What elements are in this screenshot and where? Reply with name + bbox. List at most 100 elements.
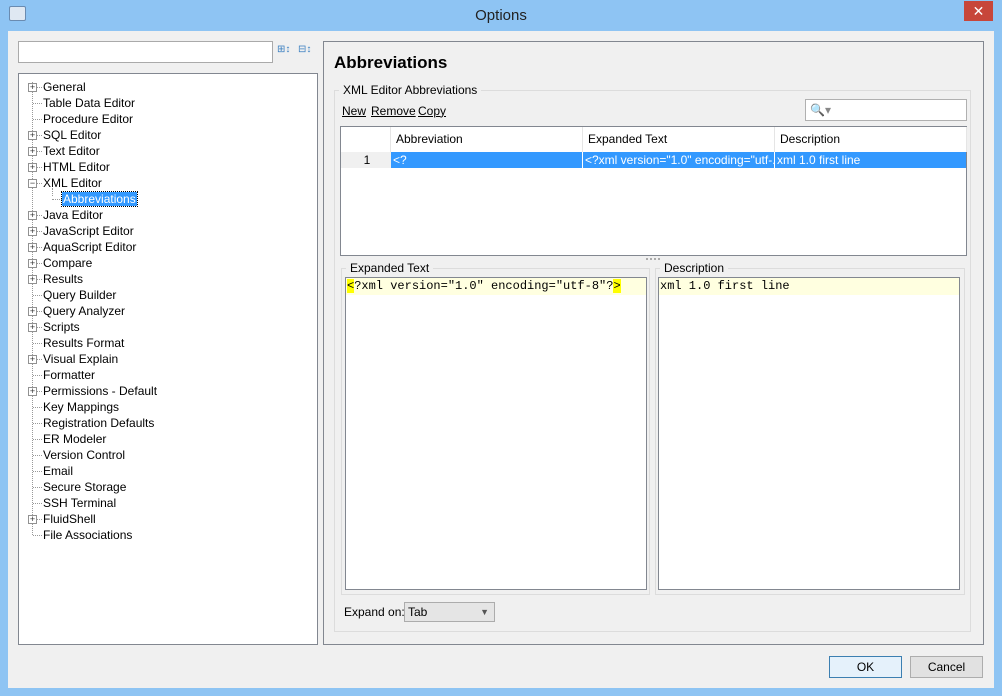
tree-item[interactable]: Table Data Editor — [43, 95, 135, 111]
tree-connector — [33, 471, 42, 472]
tree-item[interactable]: Visual Explain — [43, 351, 118, 367]
ok-button[interactable]: OK — [829, 656, 902, 678]
tree-item[interactable]: HTML Editor — [43, 159, 110, 175]
expand-icon[interactable]: + — [28, 515, 37, 524]
group-label: XML Editor Abbreviations — [339, 83, 482, 97]
tree-item-label: XML Editor — [43, 176, 102, 190]
chevron-down-icon: ▼ — [480, 607, 489, 617]
tree-item[interactable]: Version Control — [43, 447, 125, 463]
tree-item[interactable]: AquaScript Editor — [43, 239, 136, 255]
group-label: Expanded Text — [346, 261, 434, 275]
tree-item[interactable]: JavaScript Editor — [43, 223, 134, 239]
collapse-icon[interactable]: − — [28, 179, 37, 188]
expand-icon[interactable]: + — [28, 259, 37, 268]
tree-item-label: Scripts — [43, 320, 80, 334]
tree-item[interactable]: Results — [43, 271, 83, 287]
copy-button[interactable]: Copy — [418, 104, 446, 118]
page-title: Abbreviations — [334, 53, 448, 72]
tree-connector — [33, 119, 42, 120]
description-cell[interactable]: xml 1.0 first line — [775, 152, 966, 168]
cancel-button[interactable]: Cancel — [910, 656, 983, 678]
row-header-corner — [341, 127, 391, 152]
tree-item-label: Formatter — [43, 368, 96, 382]
expand-icon[interactable]: + — [28, 387, 37, 396]
abbreviation-cell[interactable]: <? — [391, 152, 583, 168]
tree-connector — [33, 503, 42, 504]
expand-icon[interactable]: + — [28, 323, 37, 332]
tree-item[interactable]: Secure Storage — [43, 479, 126, 495]
filter-input[interactable]: 🔍▾ — [805, 99, 967, 121]
tree-item[interactable]: Abbreviations — [61, 191, 138, 207]
collapse-all-icon[interactable]: ⊟↕ — [298, 44, 316, 60]
tree-item[interactable]: XML Editor — [43, 175, 102, 191]
tree-connector — [52, 199, 62, 200]
editor-text: xml 1.0 first line — [659, 278, 959, 295]
tree-item[interactable]: Query Builder — [43, 287, 116, 303]
tree-connector — [33, 375, 42, 376]
column-header[interactable]: Abbreviation — [391, 127, 583, 152]
tree-connector — [33, 407, 42, 408]
tree-connector — [33, 423, 42, 424]
options-tree: General + Table Data Editor Procedure Edito… — [18, 73, 318, 645]
tree-item-label: Permissions - Default — [43, 384, 158, 398]
tree-item[interactable]: Query Analyzer — [43, 303, 125, 319]
tree-item[interactable]: SQL Editor — [43, 127, 101, 143]
remove-button[interactable]: Remove — [371, 104, 416, 118]
expand-icon[interactable]: + — [28, 163, 37, 172]
description-editor[interactable]: xml 1.0 first line — [658, 277, 960, 590]
expand-on-select[interactable]: Tab ▼ — [404, 602, 495, 622]
tree-item[interactable]: Scripts — [43, 319, 80, 335]
tree-item-label: Email — [43, 464, 74, 478]
tree-item[interactable]: Results Format — [43, 335, 124, 351]
title-bar: Options ✕ — [0, 0, 1002, 31]
tree-item[interactable]: General — [43, 79, 86, 95]
tree-item[interactable]: Text Editor — [43, 143, 100, 159]
expanded-text-cell[interactable]: <?xml version="1.0" encoding="utf-... — [583, 152, 775, 168]
expand-icon[interactable]: + — [28, 355, 37, 364]
tree-item-label: Results — [43, 272, 84, 286]
tree-search-input[interactable] — [18, 41, 273, 63]
tree-item[interactable]: ER Modeler — [43, 431, 106, 447]
tree-connector — [33, 439, 42, 440]
editor-text: ?xml version="1.0" encoding="utf-8"? — [354, 279, 614, 293]
tree-item[interactable]: FluidShell — [43, 511, 96, 527]
tree-item[interactable]: File Associations — [43, 527, 132, 543]
new-button[interactable]: New — [342, 104, 366, 118]
splitter-handle[interactable] — [646, 258, 660, 260]
tree-item-label: Java Editor — [43, 208, 104, 222]
close-button[interactable]: ✕ — [964, 1, 993, 21]
tree-item-label: File Associations — [43, 528, 133, 542]
tree-connector — [33, 343, 42, 344]
expand-on-label: Expand on: — [344, 605, 405, 619]
expand-icon[interactable]: + — [28, 211, 37, 220]
tree-item[interactable]: SSH Terminal — [43, 495, 116, 511]
expand-icon[interactable]: + — [28, 131, 37, 140]
expand-icon[interactable]: + — [28, 243, 37, 252]
tree-item[interactable]: Procedure Editor — [43, 111, 133, 127]
search-icon: 🔍▾ — [810, 103, 831, 117]
tree-item[interactable]: Compare — [43, 255, 92, 271]
tree-item[interactable]: Key Mappings — [43, 399, 119, 415]
tree-item-label: FluidShell — [43, 512, 96, 526]
tree-item[interactable]: Email — [43, 463, 73, 479]
tree-connector — [33, 295, 42, 296]
tree-item-label: Query Analyzer — [43, 304, 126, 318]
tree-item[interactable]: Permissions - Default — [43, 383, 157, 399]
expand-icon[interactable]: + — [28, 147, 37, 156]
tree-item-label: HTML Editor — [43, 160, 110, 174]
expand-icon[interactable]: + — [28, 83, 37, 92]
row-number: 1 — [341, 152, 391, 168]
expand-all-icon[interactable]: ⊞↕ — [277, 44, 295, 60]
expand-icon[interactable]: + — [28, 307, 37, 316]
column-header[interactable]: Description — [775, 127, 967, 152]
bracket-match: > — [613, 279, 621, 293]
column-header[interactable]: Expanded Text — [583, 127, 775, 152]
expanded-text-editor[interactable]: <?xml version="1.0" encoding="utf-8"?> — [345, 277, 647, 590]
tree-item[interactable]: Formatter — [43, 367, 95, 383]
expand-icon[interactable]: + — [28, 275, 37, 284]
expand-icon[interactable]: + — [28, 227, 37, 236]
expand-on-value: Tab — [408, 605, 428, 619]
tree-item[interactable]: Registration Defaults — [43, 415, 154, 431]
tree-connector — [33, 103, 42, 104]
tree-item[interactable]: Java Editor — [43, 207, 103, 223]
